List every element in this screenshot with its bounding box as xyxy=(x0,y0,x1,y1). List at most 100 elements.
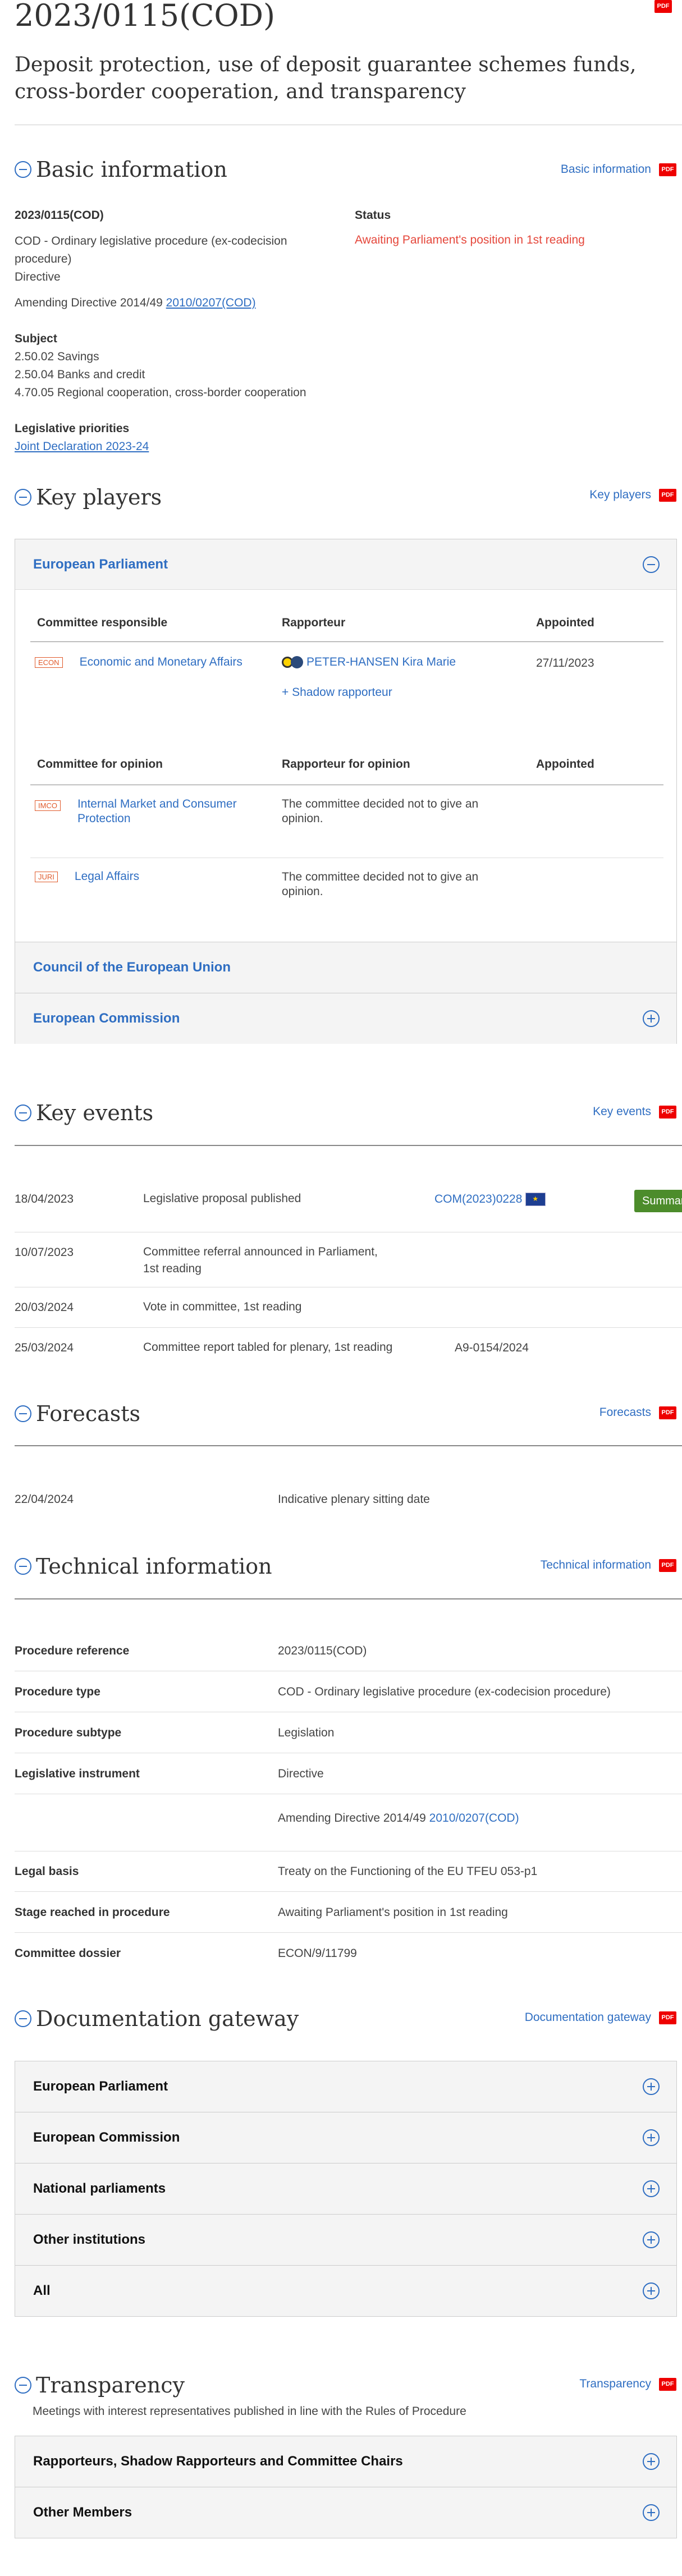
collapse-icon[interactable] xyxy=(15,2377,31,2394)
amending-link[interactable]: 2010/0207(COD) xyxy=(166,296,256,309)
technical-link[interactable]: Technical information PDF xyxy=(541,1557,676,1574)
section-header-key-events[interactable]: Key events xyxy=(15,1099,153,1127)
panel-header-council[interactable]: Council of the European Union xyxy=(15,942,676,993)
tech-value: Awaiting Parliament's position in 1st re… xyxy=(278,1906,508,1919)
tech-value: Directive xyxy=(278,1767,324,1780)
doc-item[interactable]: European Parliament xyxy=(15,2061,677,2112)
expand-icon[interactable] xyxy=(643,2129,660,2146)
doc-item[interactable]: Other institutions xyxy=(15,2214,677,2266)
pdf-icon[interactable]: PDF xyxy=(659,163,676,176)
section-title: Key events xyxy=(36,1101,154,1125)
pdf-icon[interactable]: PDF xyxy=(659,1105,676,1119)
tech-label: Procedure subtype xyxy=(15,1726,122,1739)
event-desc: Committee report tabled for plenary, 1st… xyxy=(143,1341,393,1354)
section-header-transparency[interactable]: Transparency xyxy=(15,2371,185,2399)
section-link[interactable]: Transparency xyxy=(579,2377,651,2391)
col-committee-opinion: Committee for opinion xyxy=(37,758,163,771)
eu-flag-icon[interactable] xyxy=(525,1193,546,1207)
rapporteur-entry[interactable]: PETER-HANSEN Kira Marie xyxy=(282,656,456,669)
committee-tag: JURI xyxy=(35,871,58,882)
transparency-item[interactable]: Rapporteurs, Shadow Rapporteurs and Comm… xyxy=(15,2436,677,2487)
amending-line: Amending Directive 2014/49 2010/0207(COD… xyxy=(15,294,256,312)
committee-link[interactable]: Internal Market and Consumer xyxy=(77,797,237,810)
section-link[interactable]: Basic information xyxy=(561,163,651,176)
pdf-icon[interactable]: PDF xyxy=(654,0,672,13)
subject-item: 2.50.04 Banks and credit xyxy=(15,368,145,381)
section-link[interactable]: Key players xyxy=(589,488,651,502)
section-link[interactable]: Key events xyxy=(593,1105,651,1119)
opinion-line: opinion. xyxy=(282,885,323,898)
key-events-link[interactable]: Key events PDF xyxy=(593,1103,676,1120)
section-link[interactable]: Documentation gateway xyxy=(525,2011,651,2024)
procedure-type-line1: COD - Ordinary legislative procedure (ex… xyxy=(15,235,287,247)
panel-header-european-parliament[interactable]: European Parliament xyxy=(15,539,676,590)
opinion-text: The committee decided not to give an opin… xyxy=(282,797,478,826)
pdf-icon[interactable]: PDF xyxy=(659,2377,676,2391)
expand-icon[interactable] xyxy=(643,2231,660,2248)
committee-link[interactable]: Economic and Monetary Affairs xyxy=(80,656,242,668)
panel-head-row: Rapporteurs, Shadow Rapporteurs and Comm… xyxy=(15,2436,676,2487)
section-header-technical[interactable]: Technical information xyxy=(15,1552,272,1580)
summary-button[interactable]: Summary xyxy=(634,1190,682,1212)
committee-link[interactable]: Protection xyxy=(77,812,131,825)
tech-label: Legal basis xyxy=(15,1865,79,1878)
basic-info-link[interactable]: Basic information PDF xyxy=(561,161,676,178)
panel-head-row: Council of the European Union xyxy=(15,942,676,993)
collapse-icon[interactable] xyxy=(15,489,31,506)
expand-icon[interactable] xyxy=(643,2453,660,2470)
shadow-rapporteur-link[interactable]: + Shadow rapporteur xyxy=(282,686,392,699)
collapse-icon[interactable] xyxy=(15,2010,31,2027)
subject-item: 2.50.02 Savings xyxy=(15,350,99,363)
collapse-icon[interactable] xyxy=(15,1104,31,1121)
committee-tag: ECON xyxy=(35,657,63,668)
section-link[interactable]: Technical information xyxy=(541,1559,651,1572)
legislative-instrument: Directive xyxy=(15,271,61,283)
collapse-icon[interactable] xyxy=(15,161,31,178)
key-players-link[interactable]: Key players PDF xyxy=(589,487,676,503)
transparency-link[interactable]: Transparency PDF xyxy=(579,2376,676,2392)
expand-icon[interactable] xyxy=(643,2180,660,2197)
page-title: 2023/0115(COD) xyxy=(15,0,276,33)
committee-link[interactable]: Legal Affairs xyxy=(75,870,139,883)
forecast-date: 22/04/2024 xyxy=(15,1493,74,1506)
expand-icon[interactable] xyxy=(643,2282,660,2299)
transparency-note: Meetings with interest representatives p… xyxy=(33,2405,466,2418)
expand-icon[interactable] xyxy=(643,1010,660,1027)
pdf-icon[interactable]: PDF xyxy=(659,2011,676,2024)
collapse-icon[interactable] xyxy=(15,1405,31,1422)
section-header-key-players[interactable]: Key players xyxy=(15,483,162,511)
doc-item-label: European Parliament xyxy=(33,2079,168,2094)
documentation-link[interactable]: Documentation gateway PDF xyxy=(525,2009,676,2026)
committee-row-juri[interactable]: JURI Legal Affairs xyxy=(35,870,139,883)
event-ref-link[interactable]: COM(2023)0228 xyxy=(434,1193,522,1206)
pdf-icon[interactable]: PDF xyxy=(659,488,676,502)
divider xyxy=(15,1598,682,1599)
pdf-icon[interactable]: PDF xyxy=(659,1406,676,1419)
priorities-link[interactable]: Joint Declaration 2023-24 xyxy=(15,440,149,453)
pdf-icon[interactable]: PDF xyxy=(659,1559,676,1572)
doc-item[interactable]: National parliaments xyxy=(15,2163,677,2215)
section-link[interactable]: Forecasts xyxy=(599,1406,651,1419)
collapse-icon[interactable] xyxy=(15,1558,31,1575)
expand-icon[interactable] xyxy=(643,2504,660,2521)
expand-icon[interactable] xyxy=(643,2078,660,2095)
committee-row-econ[interactable]: ECON Economic and Monetary Affairs xyxy=(35,656,242,669)
rapporteur-link[interactable]: PETER-HANSEN Kira Marie xyxy=(306,656,456,668)
section-header-forecasts[interactable]: Forecasts xyxy=(15,1400,140,1428)
forecasts-link[interactable]: Forecasts PDF xyxy=(599,1404,676,1421)
transparency-item[interactable]: Other Members xyxy=(15,2487,677,2538)
amending-link[interactable]: 2010/0207(COD) xyxy=(429,1812,519,1825)
event-ref[interactable]: COM(2023)0228 xyxy=(434,1193,546,1207)
doc-item[interactable]: All xyxy=(15,2265,677,2317)
panel-header-commission[interactable]: European Commission xyxy=(15,993,676,1044)
opinion-line: opinion. xyxy=(282,812,323,825)
section-header-documentation[interactable]: Documentation gateway xyxy=(15,2005,299,2033)
section-header-basic[interactable]: Basic information xyxy=(15,155,227,184)
status-label: Status xyxy=(355,209,391,222)
collapse-icon[interactable] xyxy=(643,556,660,573)
panel-title: Council of the European Union xyxy=(33,960,231,975)
committee-row-imco[interactable]: IMCO Internal Market and Consumer Protecti… xyxy=(35,797,237,826)
panel-head-row: Other institutions xyxy=(15,2215,676,2265)
tech-label: Stage reached in procedure xyxy=(15,1906,170,1919)
doc-item[interactable]: European Commission xyxy=(15,2112,677,2164)
